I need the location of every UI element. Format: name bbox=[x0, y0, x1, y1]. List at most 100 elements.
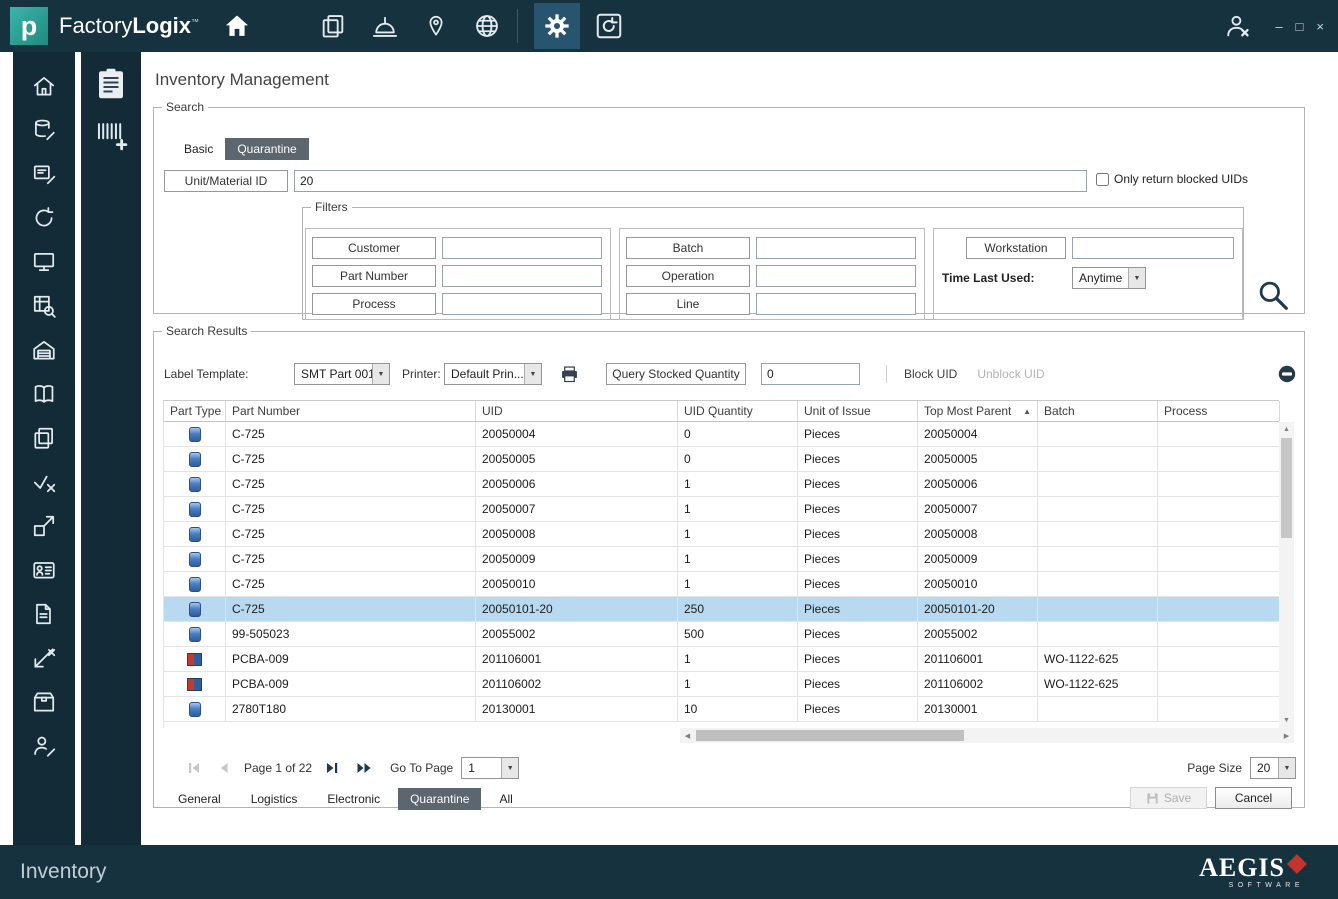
operation-filter-input[interactable] bbox=[756, 265, 916, 287]
column-header-part-type[interactable]: Part Type bbox=[164, 401, 226, 421]
run-search-button[interactable] bbox=[1256, 278, 1290, 312]
table-row[interactable]: PCBA-0092011060021Pieces201106002WO-1122… bbox=[164, 672, 1279, 697]
unit-material-id-input[interactable] bbox=[294, 170, 1087, 192]
column-header-batch[interactable]: Batch bbox=[1038, 401, 1158, 421]
workstation-filter-input[interactable] bbox=[1072, 237, 1234, 259]
minimize-button[interactable]: – bbox=[1275, 20, 1282, 33]
sidebar-item-database-edit[interactable] bbox=[28, 114, 60, 145]
view-tab-electronic[interactable]: Electronic bbox=[315, 788, 392, 810]
table-row[interactable]: C-725200500040Pieces20050004 bbox=[164, 422, 1279, 447]
restore-nav-button[interactable] bbox=[594, 11, 624, 41]
close-button[interactable]: × bbox=[1316, 20, 1324, 33]
table-row[interactable]: C-725200500050Pieces20050005 bbox=[164, 447, 1279, 472]
table-row[interactable]: C-725200500091Pieces20050009 bbox=[164, 547, 1279, 572]
block-uid-button[interactable]: Block UID bbox=[904, 367, 957, 381]
sidebar-item-documentation[interactable] bbox=[28, 378, 60, 409]
sidebar-item-id-badge[interactable] bbox=[28, 554, 60, 585]
only-blocked-uids-checkbox[interactable] bbox=[1096, 173, 1109, 186]
documents-nav-button[interactable] bbox=[319, 12, 347, 40]
sidebar-item-home[interactable] bbox=[28, 70, 60, 101]
maximize-button[interactable]: □ bbox=[1296, 20, 1304, 33]
scroll-down-arrow[interactable]: ▼ bbox=[1279, 713, 1294, 728]
table-cell: 20050009 bbox=[476, 547, 678, 571]
settings-nav-button-active[interactable] bbox=[534, 3, 580, 49]
sidebar-item-copy[interactable] bbox=[28, 422, 60, 453]
table-cell: 20050004 bbox=[918, 422, 1038, 446]
batch-filter-input[interactable] bbox=[756, 237, 916, 259]
column-header-part-number[interactable]: Part Number bbox=[226, 401, 476, 421]
customer-filter-button[interactable]: Customer bbox=[312, 237, 436, 259]
vertical-scroll-thumb[interactable] bbox=[1281, 438, 1292, 538]
view-tab-all[interactable]: All bbox=[487, 788, 524, 810]
go-to-page-dropdown[interactable]: 1 ▼ bbox=[461, 757, 519, 779]
batch-filter-button[interactable]: Batch bbox=[626, 237, 750, 259]
view-tab-general[interactable]: General bbox=[166, 788, 233, 810]
scroll-up-arrow[interactable]: ▲ bbox=[1279, 422, 1294, 437]
query-stocked-quantity-button[interactable]: Query Stocked Quantity bbox=[606, 363, 746, 385]
search-tab-quarantine[interactable]: Quarantine bbox=[225, 138, 308, 160]
time-last-used-dropdown[interactable]: Anytime ▼ bbox=[1072, 267, 1146, 289]
process-filter-input[interactable] bbox=[442, 293, 602, 315]
label-template-dropdown[interactable]: SMT Part 001 ▼ bbox=[294, 363, 390, 385]
customer-filter-input[interactable] bbox=[442, 237, 602, 259]
table-row[interactable]: 99-50502320055002500Pieces20055002 bbox=[164, 622, 1279, 647]
scroll-left-arrow[interactable]: ◀ bbox=[680, 728, 695, 743]
column-header-process[interactable]: Process bbox=[1158, 401, 1280, 421]
last-page-button[interactable] bbox=[354, 759, 374, 777]
vertical-scrollbar[interactable]: ▲ ▼ bbox=[1279, 422, 1294, 728]
column-header-uid[interactable]: UID bbox=[476, 401, 678, 421]
horizontal-scroll-thumb[interactable] bbox=[696, 730, 964, 741]
scroll-right-arrow[interactable]: ▶ bbox=[1279, 728, 1294, 743]
next-page-button[interactable] bbox=[322, 759, 342, 777]
table-row[interactable]: 2780T1802013000110Pieces20130001 bbox=[164, 697, 1279, 722]
tracking-nav-button[interactable] bbox=[423, 13, 449, 39]
column-header-uid-quantity[interactable]: UID Quantity bbox=[678, 401, 798, 421]
stocked-quantity-input[interactable] bbox=[761, 363, 860, 385]
sidebar-item-document-edit[interactable] bbox=[28, 598, 60, 629]
process-filter-button[interactable]: Process bbox=[312, 293, 436, 315]
table-row[interactable]: C-725200500061Pieces20050006 bbox=[164, 472, 1279, 497]
sidebar-item-data-grid-search[interactable] bbox=[28, 290, 60, 321]
sidebar-item-barcode-add[interactable] bbox=[91, 114, 131, 154]
sidebar-item-user-help[interactable] bbox=[28, 730, 60, 761]
web-nav-button[interactable] bbox=[473, 12, 501, 40]
line-filter-input[interactable] bbox=[756, 293, 916, 315]
line-filter-button[interactable]: Line bbox=[626, 293, 750, 315]
workstation-filter-button[interactable]: Workstation bbox=[966, 237, 1066, 259]
operation-filter-button[interactable]: Operation bbox=[626, 265, 750, 287]
table-row[interactable]: C-725200500081Pieces20050008 bbox=[164, 522, 1279, 547]
unit-material-id-button[interactable]: Unit/Material ID bbox=[164, 170, 288, 192]
table-row[interactable]: PCBA-0092011060011Pieces201106001WO-1122… bbox=[164, 647, 1279, 672]
home-nav-button[interactable] bbox=[223, 12, 251, 40]
table-cell bbox=[1038, 497, 1158, 521]
view-tab-quarantine[interactable]: Quarantine bbox=[398, 788, 481, 810]
sidebar-item-design-ruler[interactable] bbox=[28, 642, 60, 673]
production-nav-button[interactable] bbox=[371, 12, 399, 40]
blocked-indicator-button[interactable] bbox=[1278, 365, 1296, 383]
table-row[interactable]: C-72520050101-20250Pieces20050101-20 bbox=[164, 597, 1279, 622]
search-tab-basic[interactable]: Basic bbox=[172, 138, 225, 160]
cancel-button[interactable]: Cancel bbox=[1215, 787, 1292, 809]
sidebar-item-verify[interactable] bbox=[28, 466, 60, 497]
part-number-filter-button[interactable]: Part Number bbox=[312, 265, 436, 287]
sidebar-item-workstation[interactable] bbox=[28, 246, 60, 277]
part-number-filter-input[interactable] bbox=[442, 265, 602, 287]
print-button[interactable] bbox=[559, 364, 580, 385]
sidebar-item-package[interactable] bbox=[28, 686, 60, 717]
sidebar-item-inventory-lists-active[interactable] bbox=[91, 64, 131, 104]
table-cell: Pieces bbox=[798, 422, 918, 446]
view-tab-logistics[interactable]: Logistics bbox=[239, 788, 310, 810]
sidebar-item-history[interactable] bbox=[28, 202, 60, 233]
column-header-top-most-parent[interactable]: Top Most Parent▲ bbox=[918, 401, 1038, 421]
printer-dropdown[interactable]: Default Prin... ▼ bbox=[444, 363, 542, 385]
user-logoff-button[interactable] bbox=[1223, 12, 1251, 40]
table-row[interactable]: C-725200500101Pieces20050010 bbox=[164, 572, 1279, 597]
column-header-unit-of-issue[interactable]: Unit of Issue bbox=[798, 401, 918, 421]
page-size-dropdown[interactable]: 20 ▼ bbox=[1250, 757, 1296, 779]
horizontal-scrollbar[interactable]: ◀ ▶ bbox=[680, 728, 1294, 743]
sidebar-item-warehouse[interactable] bbox=[28, 334, 60, 365]
sidebar-item-transfer[interactable] bbox=[28, 510, 60, 541]
table-row[interactable]: C-725200500071Pieces20050007 bbox=[164, 497, 1279, 522]
sidebar-item-template-design[interactable] bbox=[28, 158, 60, 189]
table-header: Part TypePart NumberUIDUID QuantityUnit … bbox=[163, 400, 1279, 422]
